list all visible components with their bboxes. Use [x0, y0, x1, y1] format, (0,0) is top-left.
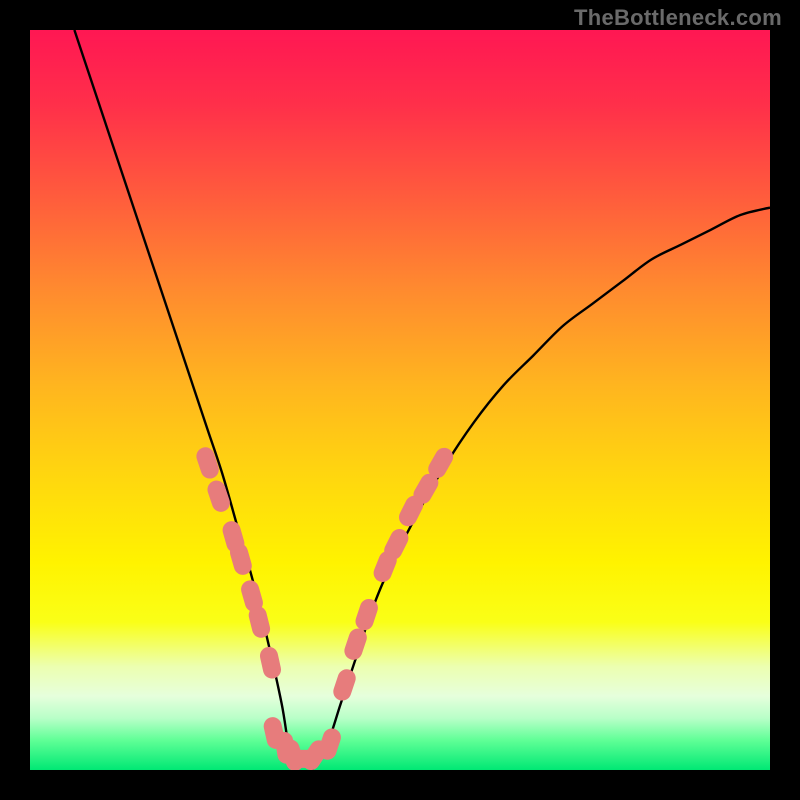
curve-layer	[30, 30, 770, 770]
bottleneck-curve	[74, 30, 770, 770]
brand-watermark: TheBottleneck.com	[574, 5, 782, 31]
marker-capsule	[194, 445, 221, 481]
plot-area	[30, 30, 770, 770]
marker-group	[194, 445, 456, 770]
chart-stage: TheBottleneck.com	[0, 0, 800, 800]
marker-capsule	[258, 645, 283, 680]
marker-capsule	[331, 667, 358, 703]
